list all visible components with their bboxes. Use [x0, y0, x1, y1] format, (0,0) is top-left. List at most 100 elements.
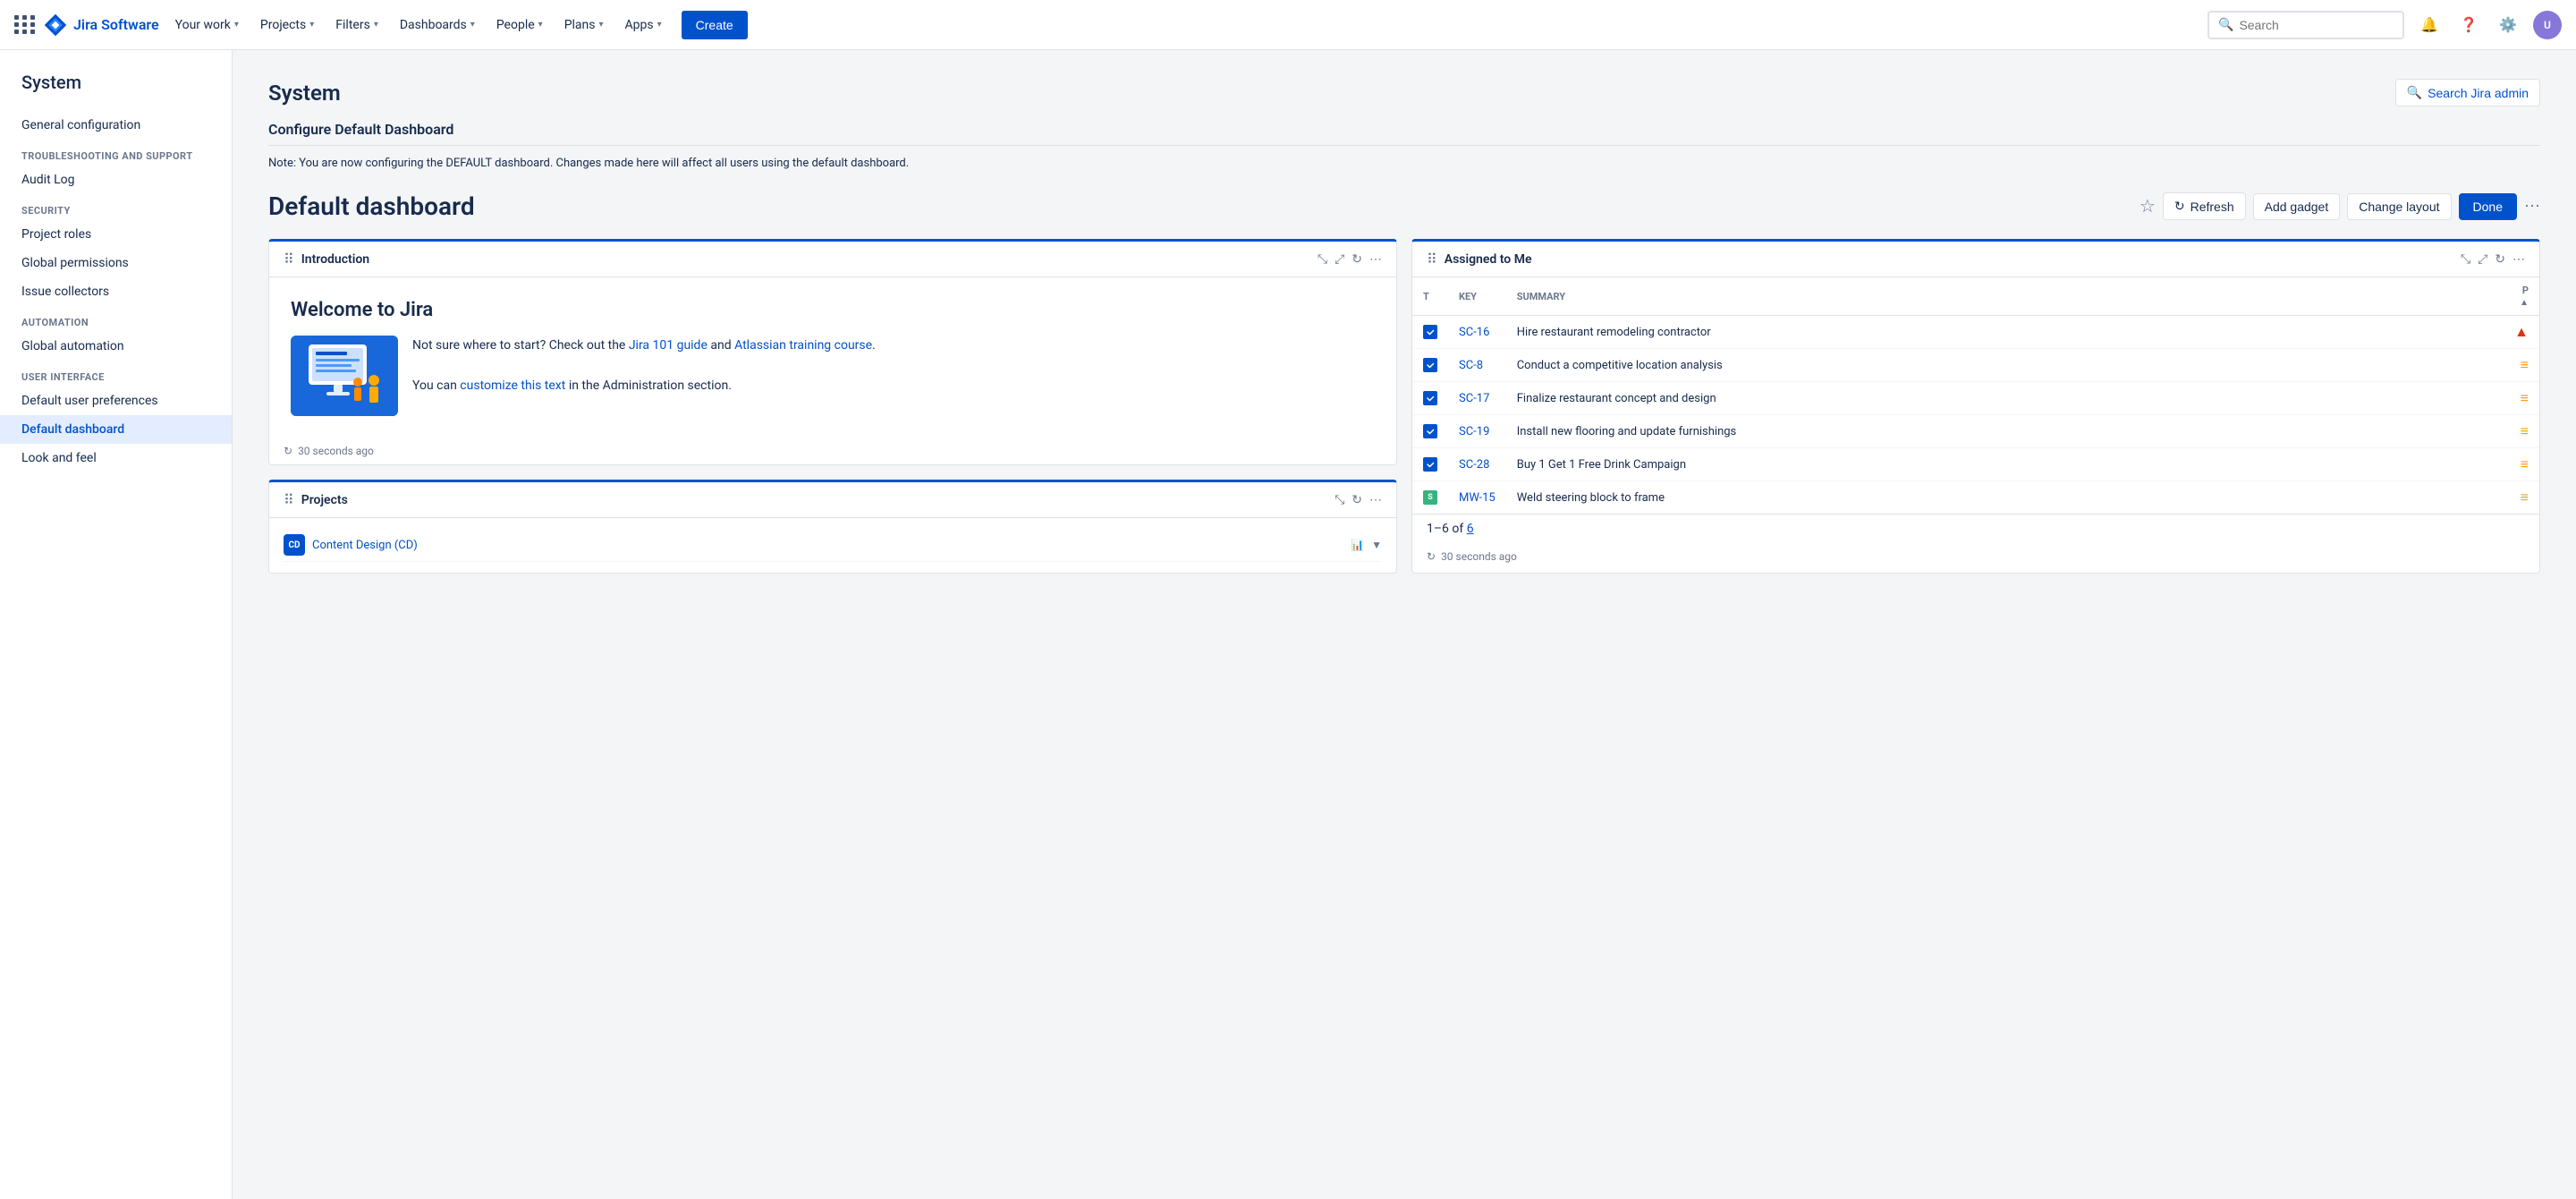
assigned-gadget-footer: ↻ 30 seconds ago: [1412, 543, 2539, 570]
sidebar-item-project-roles[interactable]: Project roles: [0, 220, 232, 249]
star-button[interactable]: ☆: [2140, 195, 2156, 217]
project-icon: CD: [284, 534, 305, 556]
search-box[interactable]: 🔍: [2207, 11, 2404, 39]
project-name[interactable]: Content Design (CD): [312, 539, 418, 552]
assigned-to-me-gadget: ⠿ Assigned to Me ⤡ ⤢ ↻ ⋯ T Key Summa: [1411, 239, 2540, 574]
row-key: SC-28: [1448, 448, 1506, 481]
collapse-icon[interactable]: ⤡: [1335, 492, 1344, 507]
refresh-gadget-icon[interactable]: ↻: [1352, 251, 1362, 267]
sidebar-item-look-and-feel[interactable]: Look and feel: [0, 444, 232, 472]
configure-section-title: Configure Default Dashboard: [268, 121, 2540, 138]
expand-icon[interactable]: ⤢: [1335, 251, 1344, 267]
sidebar-item-default-dashboard[interactable]: Default dashboard: [0, 415, 232, 444]
projects-body: CD Content Design (CD) 📊 ▼: [269, 518, 1396, 573]
search-input[interactable]: [2239, 18, 2394, 32]
task-icon: [1423, 457, 1437, 472]
add-gadget-button[interactable]: Add gadget: [2253, 193, 2341, 220]
project-row: CD Content Design (CD) 📊 ▼: [284, 529, 1382, 562]
drag-handle-icon[interactable]: ⠿: [1427, 251, 1437, 268]
row-type: [1412, 415, 1448, 448]
logo[interactable]: Jira Software: [43, 13, 159, 38]
expand-icon[interactable]: ⤢: [2478, 251, 2487, 267]
more-gadget-icon[interactable]: ⋯: [1369, 492, 1382, 507]
filter-icon[interactable]: ▼: [1371, 539, 1382, 551]
pagination-text: 1–6 of 6: [1427, 522, 1474, 536]
row-key: SC-17: [1448, 382, 1506, 415]
introduction-gadget-footer: ↻ 30 seconds ago: [269, 438, 1396, 464]
page-header: System 🔍 Search Jira admin: [268, 79, 2540, 106]
done-button[interactable]: Done: [2459, 193, 2517, 220]
sidebar-item-default-user-preferences[interactable]: Default user preferences: [0, 387, 232, 415]
customize-text-link[interactable]: customize this text: [460, 378, 565, 393]
more-options-button[interactable]: ⋯: [2524, 197, 2540, 216]
nav-apps[interactable]: Apps ▾: [616, 13, 671, 38]
drag-handle-icon[interactable]: ⠿: [284, 251, 294, 268]
welcome-illustration-svg: [291, 336, 398, 416]
row-summary: Hire restaurant remodeling contractor: [1506, 316, 2504, 349]
table-row: SC-28 Buy 1 Get 1 Free Drink Campaign ≡: [1412, 448, 2539, 481]
help-button[interactable]: ❓: [2454, 11, 2483, 39]
task-icon: [1423, 424, 1437, 438]
sidebar-item-general-configuration[interactable]: General configuration: [0, 111, 232, 140]
row-type: [1412, 349, 1448, 382]
table-header-row: T Key Summary P ▲: [1412, 277, 2539, 316]
topnav-right: 🔍 🔔 ❓ ⚙️ U: [2207, 11, 2562, 39]
change-layout-button[interactable]: Change layout: [2347, 193, 2451, 220]
main-content: System 🔍 Search Jira admin Configure Def…: [233, 50, 2576, 1199]
sidebar-item-audit-log[interactable]: Audit Log: [0, 166, 232, 194]
page-title: System: [268, 81, 341, 106]
divider: [268, 145, 2540, 146]
table-row: SC-19 Install new flooring and update fu…: [1412, 415, 2539, 448]
nav-items: Your work ▾ Projects ▾ Filters ▾ Dashboa…: [166, 11, 748, 39]
sidebar-item-global-automation[interactable]: Global automation: [0, 332, 232, 361]
more-gadget-icon[interactable]: ⋯: [1369, 251, 1382, 267]
search-admin-icon: 🔍: [2407, 85, 2422, 100]
gadget-actions-assigned: ⤡ ⤢ ↻ ⋯: [2461, 251, 2525, 267]
row-priority: ≡: [2504, 382, 2539, 415]
atlassian-training-link[interactable]: Atlassian training course: [734, 338, 872, 353]
nav-people[interactable]: People ▾: [487, 13, 552, 38]
nav-dashboards[interactable]: Dashboards ▾: [391, 13, 484, 38]
assigned-table: T Key Summary P ▲: [1412, 277, 2539, 514]
nav-your-work[interactable]: Your work ▾: [166, 13, 248, 38]
task-icon: [1423, 391, 1437, 405]
priority-medium-icon: ≡: [2521, 489, 2529, 506]
search-jira-admin-button[interactable]: 🔍 Search Jira admin: [2395, 79, 2540, 106]
sidebar-item-global-permissions[interactable]: Global permissions: [0, 249, 232, 277]
row-type: S: [1412, 481, 1448, 514]
table-row: SC-16 Hire restaurant remodeling contrac…: [1412, 316, 2539, 349]
chart-icon[interactable]: 📊: [1351, 539, 1364, 551]
chevron-down-icon: ▾: [599, 20, 604, 30]
priority-medium-icon: ≡: [2521, 422, 2529, 439]
pagination-link[interactable]: 6: [1467, 522, 1474, 536]
row-priority: ≡: [2504, 448, 2539, 481]
gadget-actions-projects: ⤡ ↻ ⋯: [1335, 492, 1382, 507]
create-button[interactable]: Create: [682, 11, 748, 39]
refresh-button[interactable]: ↻ Refresh: [2163, 192, 2246, 220]
refresh-gadget-icon[interactable]: ↻: [1352, 492, 1362, 507]
grid-icon[interactable]: [14, 14, 36, 36]
note-text: Note: You are now configuring the DEFAUL…: [268, 157, 2540, 170]
row-type: [1412, 316, 1448, 349]
nav-filters[interactable]: Filters ▾: [326, 13, 387, 38]
sidebar-title: System: [0, 72, 232, 111]
notifications-button[interactable]: 🔔: [2415, 11, 2444, 39]
dashboard-actions: ☆ ↻ Refresh Add gadget Change layout Don…: [2140, 192, 2540, 220]
collapse-icon[interactable]: ⤡: [2461, 251, 2470, 267]
nav-projects[interactable]: Projects ▾: [251, 13, 323, 38]
settings-button[interactable]: ⚙️: [2494, 11, 2522, 39]
row-summary: Weld steering block to frame: [1506, 481, 2504, 514]
sidebar-item-issue-collectors[interactable]: Issue collectors: [0, 277, 232, 306]
nav-plans[interactable]: Plans ▾: [555, 13, 613, 38]
collapse-icon[interactable]: ⤡: [1318, 251, 1327, 267]
drag-handle-icon[interactable]: ⠿: [284, 491, 294, 508]
table-row: SC-8 Conduct a competitive location anal…: [1412, 349, 2539, 382]
gadget-actions-introduction: ⤡ ⤢ ↻ ⋯: [1318, 251, 1382, 267]
row-summary: Buy 1 Get 1 Free Drink Campaign: [1506, 448, 2504, 481]
page-wrapper: System General configuration TROUBLESHOO…: [0, 50, 2576, 1199]
avatar[interactable]: U: [2533, 11, 2562, 39]
more-gadget-icon[interactable]: ⋯: [2512, 251, 2525, 267]
jira-101-link[interactable]: Jira 101 guide: [629, 338, 708, 353]
refresh-gadget-icon[interactable]: ↻: [2495, 251, 2505, 267]
chevron-down-icon: ▾: [538, 20, 543, 30]
